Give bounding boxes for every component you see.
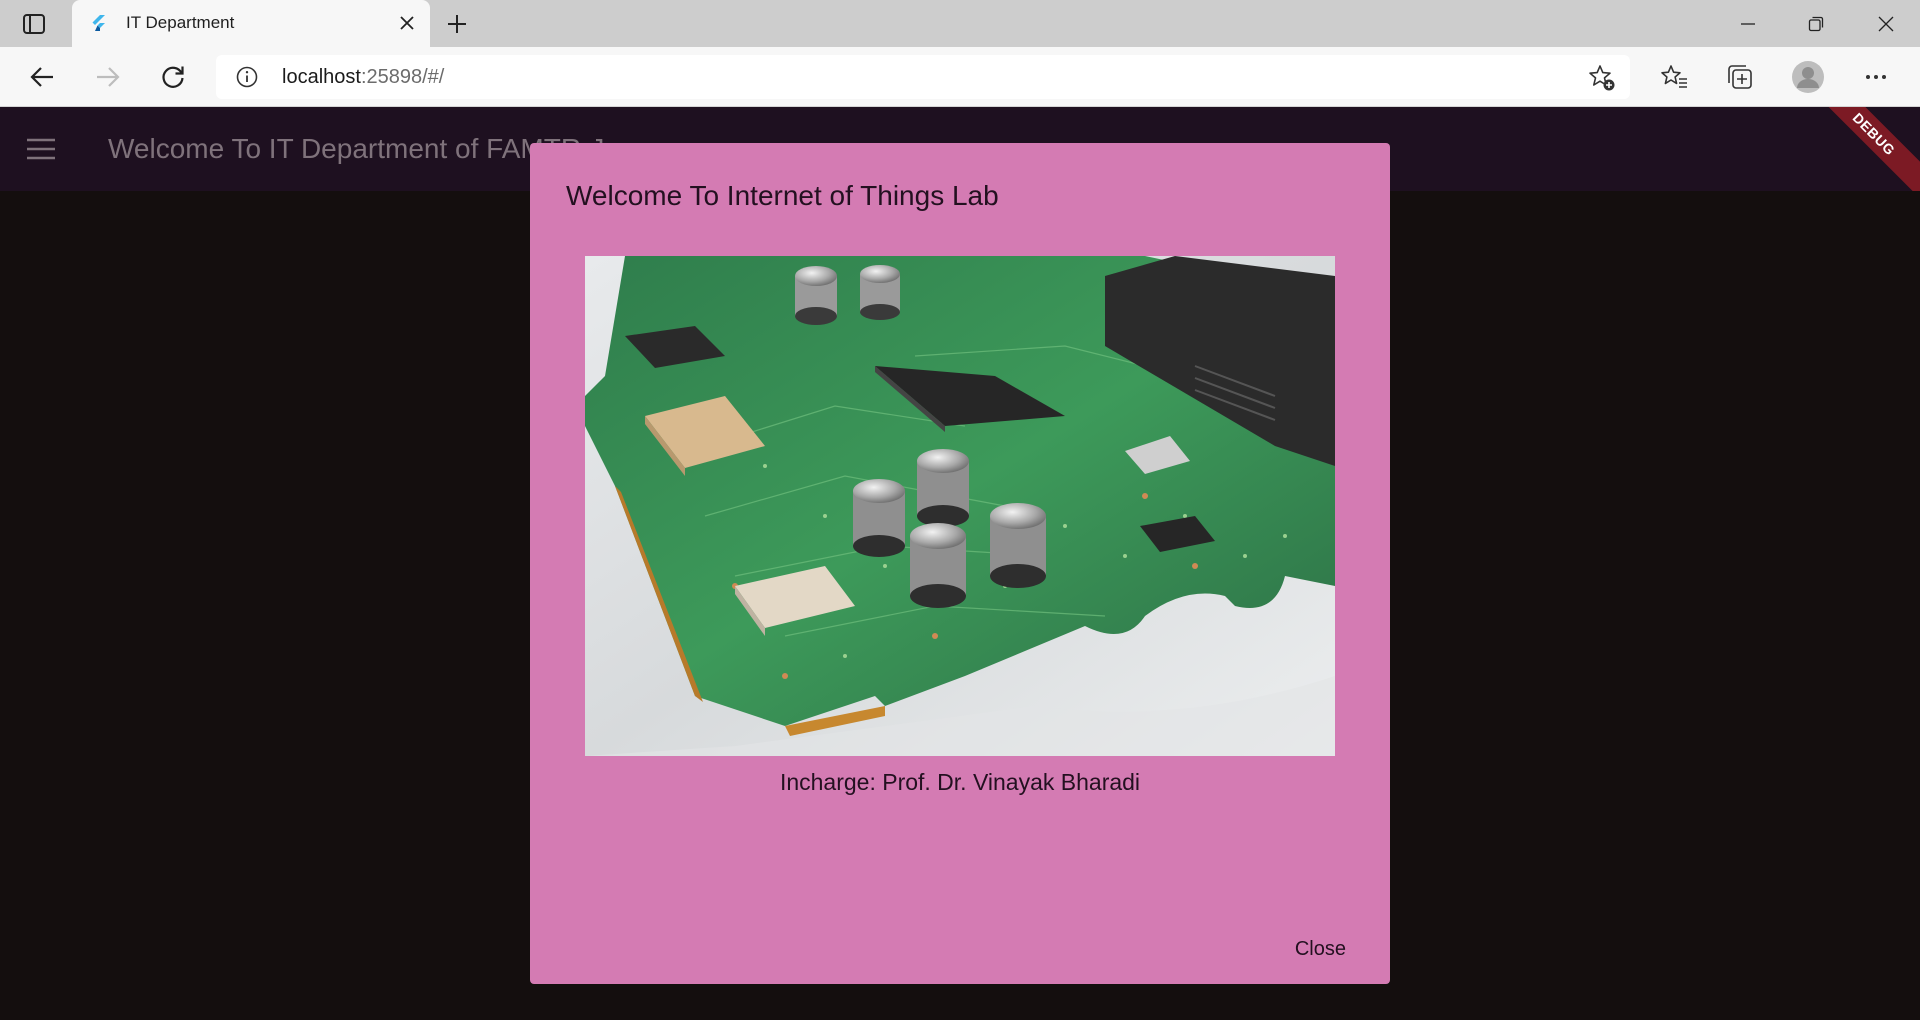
lab-photo bbox=[585, 256, 1335, 756]
minimize-button[interactable] bbox=[1714, 0, 1782, 47]
url-path: :25898/#/ bbox=[360, 66, 445, 88]
flutter-icon bbox=[92, 15, 105, 31]
tab-actions-icon bbox=[23, 14, 45, 34]
dialog-title: Welcome To Internet of Things Lab bbox=[566, 180, 999, 211]
new-tab-button[interactable] bbox=[440, 10, 474, 38]
url-host: localhost bbox=[282, 66, 361, 88]
forward-button[interactable] bbox=[88, 57, 128, 97]
more-button[interactable] bbox=[1856, 57, 1896, 97]
collections-icon bbox=[1728, 65, 1752, 89]
close-button[interactable]: Close bbox=[1289, 928, 1352, 970]
close-icon bbox=[1878, 16, 1894, 31]
lab-dialog: Welcome To Internet of Things Lab Inchar… bbox=[530, 143, 1390, 984]
profile-button[interactable] bbox=[1788, 57, 1828, 97]
tab-close-button[interactable] bbox=[396, 12, 418, 34]
star-add-icon bbox=[1589, 65, 1615, 91]
lab-incharge: Incharge: Prof. Dr. Vinayak Bharadi bbox=[779, 769, 1141, 795]
restore-icon bbox=[1808, 16, 1824, 31]
restore-button[interactable] bbox=[1782, 0, 1850, 47]
minimize-icon bbox=[1741, 22, 1755, 25]
plus-icon bbox=[448, 15, 466, 33]
refresh-button[interactable] bbox=[153, 57, 193, 97]
tab-strip: IT Department bbox=[0, 0, 1920, 47]
hamburger-icon bbox=[27, 138, 55, 160]
back-button[interactable] bbox=[22, 57, 62, 97]
close-icon bbox=[400, 16, 414, 30]
more-icon bbox=[1866, 75, 1886, 79]
avatar-icon bbox=[1792, 61, 1824, 93]
back-arrow-icon bbox=[30, 67, 53, 87]
forward-arrow-icon bbox=[97, 67, 120, 87]
tab-it-department[interactable]: IT Department bbox=[72, 0, 430, 47]
tab-actions-button[interactable] bbox=[16, 10, 52, 38]
favorites-button[interactable] bbox=[1654, 57, 1694, 97]
window-close-button[interactable] bbox=[1852, 0, 1920, 47]
browser-toolbar: localhost:25898/#/ bbox=[0, 47, 1920, 107]
menu-button[interactable] bbox=[20, 131, 62, 167]
address-bar[interactable]: localhost:25898/#/ bbox=[216, 55, 1630, 99]
debug-banner: DEBUG bbox=[1801, 107, 1920, 191]
favorites-icon bbox=[1661, 65, 1687, 88]
tab-title: IT Department bbox=[126, 13, 235, 32]
info-icon[interactable] bbox=[236, 66, 258, 88]
collections-button[interactable] bbox=[1720, 57, 1760, 97]
add-favorite-button[interactable] bbox=[1588, 64, 1616, 92]
refresh-icon bbox=[162, 66, 184, 88]
url-text[interactable]: localhost:25898/#/ bbox=[282, 66, 444, 89]
